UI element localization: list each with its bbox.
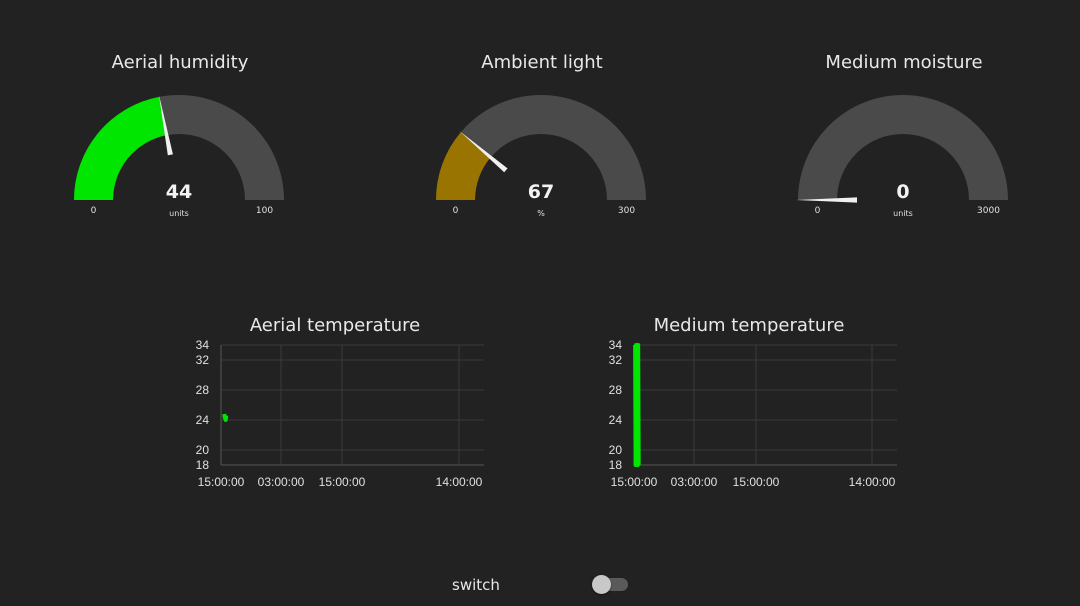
gauge-max-label: 100 bbox=[256, 206, 273, 216]
y-tick-label: 32 bbox=[609, 353, 623, 367]
switch-toggle[interactable] bbox=[592, 575, 628, 594]
dashboard-canvas: 44 units 0 100 67 % 0 300 0 units 0 3000… bbox=[74, 94, 1008, 489]
x-tick-label: 03:00:00 bbox=[258, 475, 305, 489]
y-tick-label: 28 bbox=[196, 383, 210, 397]
y-tick-label: 20 bbox=[609, 443, 623, 457]
chart-aerial-temperature: 1820 24 28 3234 15:00:00 03:00:00 15:00:00 14:0… bbox=[196, 338, 484, 489]
gauge-units: % bbox=[537, 209, 545, 218]
x-tick-label: 15:00:00 bbox=[319, 475, 366, 489]
y-tick-label: 20 bbox=[196, 443, 210, 457]
switch-label: switch bbox=[452, 576, 500, 594]
chart-medium-temperature: 1820 24 28 3234 15:00:00 03:00:00 15:00:00 14:0… bbox=[609, 338, 897, 489]
x-tick-label: 14:00:00 bbox=[849, 475, 896, 489]
gauge-units: units bbox=[169, 209, 189, 218]
y-tick-label: 18 bbox=[196, 458, 210, 472]
gauge-fill bbox=[74, 96, 167, 200]
x-tick-label: 14:00:00 bbox=[436, 475, 483, 489]
gauge-min-label: 0 bbox=[453, 206, 459, 216]
x-tick-label: 15:00:00 bbox=[733, 475, 780, 489]
y-tick-label: 24 bbox=[196, 413, 210, 427]
dashboard: Aerial humidity Ambient light Medium moi… bbox=[0, 0, 1080, 606]
gauge-units: units bbox=[893, 209, 913, 218]
gauge-min-label: 0 bbox=[815, 206, 821, 216]
gauge-max-label: 300 bbox=[618, 206, 635, 216]
gauge-aerial-humidity: 44 units 0 100 bbox=[74, 94, 284, 218]
y-tick-label: 32 bbox=[196, 353, 210, 367]
x-tick-label: 03:00:00 bbox=[671, 475, 718, 489]
y-tick-label: 28 bbox=[609, 383, 623, 397]
x-tick-label: 15:00:00 bbox=[198, 475, 245, 489]
series-line bbox=[222, 413, 229, 422]
gauge-ambient-light: 67 % 0 300 bbox=[436, 95, 646, 218]
y-tick-label: 34 bbox=[196, 338, 210, 352]
gauge-medium-moisture: 0 units 0 3000 bbox=[796, 95, 1008, 218]
gauge-value: 0 bbox=[896, 181, 909, 203]
series-line bbox=[633, 343, 641, 467]
gauge-max-label: 3000 bbox=[977, 206, 1000, 216]
gauge-min-label: 0 bbox=[91, 206, 97, 216]
y-tick-label: 18 bbox=[609, 458, 623, 472]
gauge-value: 67 bbox=[528, 181, 554, 203]
x-tick-label: 15:00:00 bbox=[611, 475, 658, 489]
y-tick-label: 34 bbox=[609, 338, 623, 352]
y-tick-label: 24 bbox=[609, 413, 623, 427]
gauge-value: 44 bbox=[166, 181, 192, 203]
switch-knob[interactable] bbox=[592, 575, 611, 594]
